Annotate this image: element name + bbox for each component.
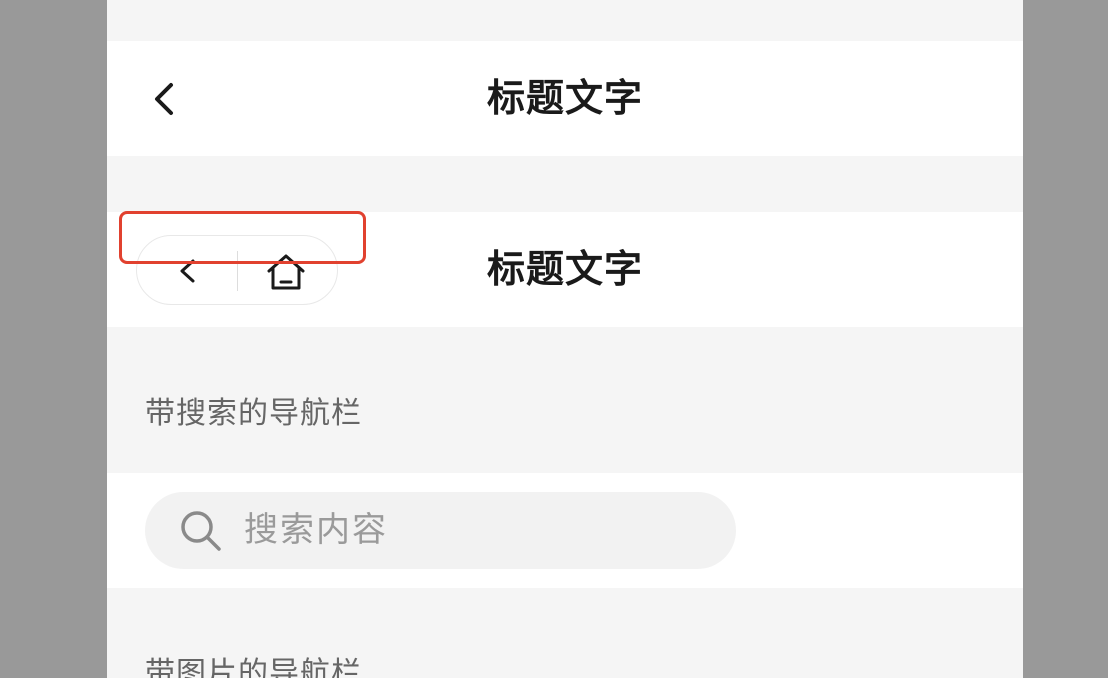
section-label-image: 带图片的导航栏	[145, 656, 362, 678]
navbar-capsule: 标题文字	[107, 212, 1023, 327]
phone-screen: 标题文字 标题文字 带搜索的导航栏 搜索内容 带图片的导航栏	[107, 0, 1023, 678]
search-icon	[181, 511, 221, 551]
navbar-search: 搜索内容	[107, 473, 1023, 588]
search-placeholder: 搜索内容	[244, 510, 388, 550]
search-input[interactable]: 搜索内容	[145, 492, 736, 569]
navbar-title: 标题文字	[486, 76, 643, 120]
section-label-search: 带搜索的导航栏	[145, 396, 362, 431]
navbar-title: 标题文字	[486, 247, 643, 291]
navbar-basic: 标题文字	[107, 41, 1023, 156]
